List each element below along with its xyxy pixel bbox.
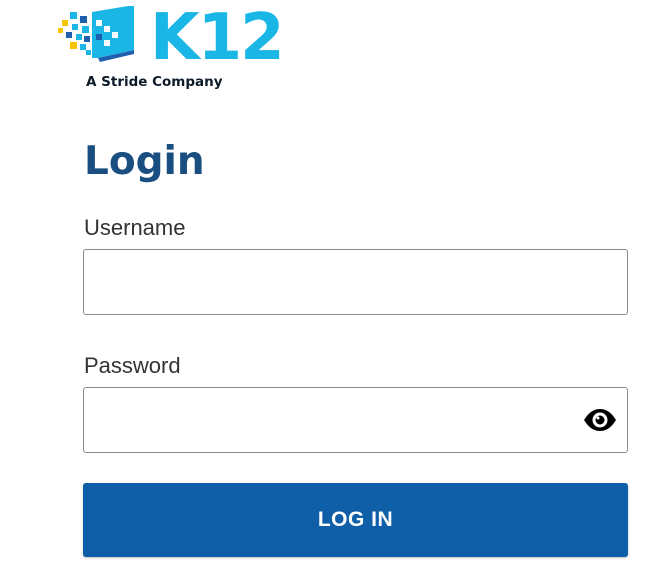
- password-label: Password: [84, 353, 181, 378]
- username-input[interactable]: [84, 250, 627, 314]
- k12-logo-mark: [58, 6, 134, 62]
- password-input[interactable]: [84, 388, 627, 452]
- k12-logo: K12 A Stride Company: [56, 6, 285, 96]
- password-field-box: [83, 387, 628, 453]
- username-label: Username: [84, 215, 186, 240]
- eye-icon: [584, 409, 616, 431]
- show-password-toggle[interactable]: [582, 403, 618, 437]
- login-button[interactable]: LOG IN: [83, 483, 628, 557]
- username-field-box: [83, 249, 628, 315]
- logo-wordmark: K12: [150, 1, 285, 75]
- page-title: Login: [84, 139, 205, 184]
- logo-tagline: A Stride Company: [86, 74, 223, 90]
